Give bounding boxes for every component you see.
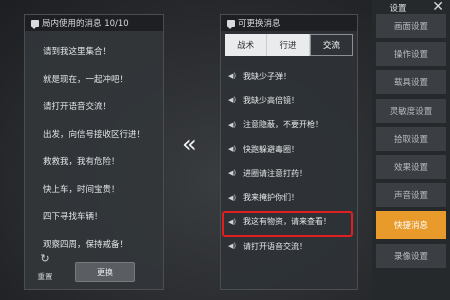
chat-bubble-icon: [227, 19, 235, 29]
settings-item-pickup[interactable]: 拾取设置: [376, 126, 446, 151]
used-message-item[interactable]: 出发，向信号接收区行进！: [43, 128, 163, 156]
speaker-icon: ◀): [228, 217, 237, 226]
used-message-item[interactable]: 请打开语音交流！: [43, 100, 163, 128]
reset-button[interactable]: ↻ 重置: [32, 253, 58, 283]
message-text: 我这有物资，请来查看！: [243, 217, 331, 227]
speaker-icon: ◀): [228, 193, 237, 202]
settings-item-quick-messages[interactable]: 快捷消息: [376, 211, 446, 240]
replaceable-message-item[interactable]: ◀) 进圈请注意打药！: [228, 161, 357, 185]
used-message-item[interactable]: 快上车，时间宝贵！: [43, 183, 163, 211]
chat-bubble-icon: [31, 19, 39, 29]
change-button[interactable]: 更换: [75, 262, 135, 282]
speaker-icon: ◀): [228, 120, 237, 129]
replaceable-message-item[interactable]: ◀) 请打开语音交流！: [228, 234, 357, 258]
speaker-icon: ◀): [228, 169, 237, 178]
replaceable-message-item[interactable]: ◀) 快跑躲避毒圈！: [228, 137, 357, 161]
message-text: 快跑躲避毒圈！: [243, 144, 299, 154]
used-messages-panel: 局内使用的消息 10/10 请到我这里集合！ 就是现在，一起冲吧！ 请打开语音交…: [24, 14, 164, 290]
reset-label: 重置: [37, 272, 53, 281]
used-message-item[interactable]: 救救我，我有危险！: [43, 155, 163, 183]
used-messages-title: 局内使用的消息 10/10: [42, 19, 129, 29]
settings-item-sound[interactable]: 声音设置: [376, 183, 446, 208]
settings-item-vehicle[interactable]: 载具设置: [376, 70, 446, 95]
message-text: 注意隐蔽，不要开枪！: [243, 120, 323, 130]
settings-item-replay[interactable]: 录像设置: [376, 243, 446, 268]
replaceable-message-item[interactable]: ◀) 我缺少子弹！: [228, 64, 357, 88]
replaceable-messages-panel: 可更换消息 战术 行进 交流 ◀) 我缺少子弹！ ◀) 我缺少高倍镜！ ◀) 注意隐蔽…: [220, 14, 358, 290]
tab-movement[interactable]: 行进: [267, 34, 310, 56]
speaker-icon: ◀): [228, 242, 237, 251]
replaceable-messages-list: ◀) 我缺少子弹！ ◀) 我缺少高倍镜！ ◀) 注意隐蔽，不要开枪！ ◀) 快跑躲避毒圈…: [221, 56, 357, 258]
close-icon[interactable]: ✕: [432, 0, 444, 14]
replaceable-messages-header: 可更换消息: [221, 15, 357, 31]
settings-item-effects[interactable]: 效果设置: [376, 154, 446, 179]
used-message-item[interactable]: 请到我这里集合！: [43, 45, 163, 73]
tab-communication[interactable]: 交流: [309, 34, 353, 56]
settings-sidebar: 设置 ✕ 画面设置 操作设置 载具设置 灵敏度设置 拾取设置 效果设置 声音设置…: [372, 0, 450, 300]
message-category-tabs: 战术 行进 交流: [225, 34, 353, 56]
used-messages-header: 局内使用的消息 10/10: [25, 15, 163, 31]
replaceable-message-item[interactable]: ◀) 注意隐蔽，不要开枪！: [228, 113, 357, 137]
message-text: 请打开语音交流！: [243, 241, 307, 251]
replaceable-message-item[interactable]: ◀) 我缺少高倍镜！: [228, 88, 357, 112]
move-left-arrow-icon[interactable]: «: [182, 130, 197, 158]
replaceable-message-item-highlighted[interactable]: ◀) 我这有物资，请来查看！: [222, 210, 357, 238]
message-text: 我缺少高倍镜！: [243, 95, 299, 105]
message-text: 进圈请注意打药！: [243, 168, 307, 178]
speaker-icon: ◀): [228, 72, 237, 81]
settings-item-graphics[interactable]: 画面设置: [376, 14, 446, 38]
speaker-icon: ◀): [228, 145, 237, 154]
tab-tactics[interactable]: 战术: [225, 34, 268, 56]
used-message-item[interactable]: 四下寻找车辆！: [43, 210, 163, 238]
replaceable-message-item[interactable]: ◀) 我来掩护你们！: [228, 185, 357, 209]
used-messages-footer: ↻ 重置 更换: [25, 253, 163, 289]
used-message-item[interactable]: 就是现在，一起冲吧！: [43, 73, 163, 101]
message-text: 我来掩护你们！: [243, 193, 299, 203]
settings-item-controls[interactable]: 操作设置: [376, 42, 446, 67]
settings-item-sensitivity[interactable]: 灵敏度设置: [376, 98, 446, 123]
replaceable-messages-title: 可更换消息: [238, 19, 281, 29]
settings-menu: 画面设置 操作设置 载具设置 灵敏度设置 拾取设置 效果设置 声音设置 快捷消息…: [376, 14, 446, 272]
speaker-icon: ◀): [228, 96, 237, 105]
message-text: 我缺少子弹！: [243, 71, 291, 81]
used-messages-list: 请到我这里集合！ 就是现在，一起冲吧！ 请打开语音交流！ 出发，向信号接收区行进…: [25, 31, 163, 265]
refresh-icon: ↻: [40, 252, 50, 265]
